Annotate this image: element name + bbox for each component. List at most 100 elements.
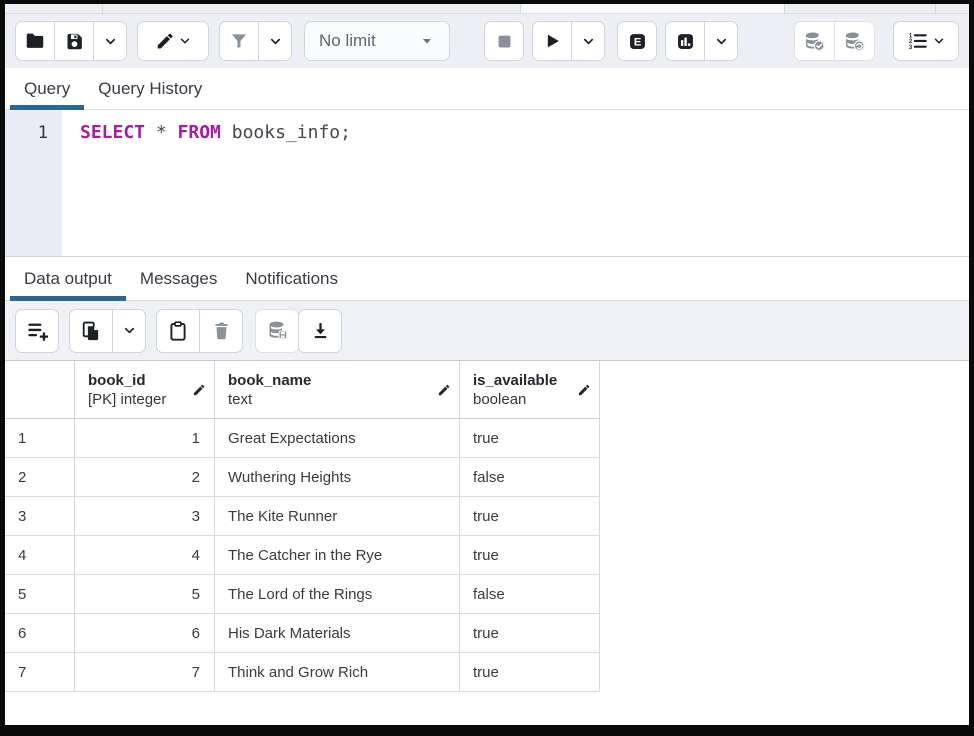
cell-book-id[interactable]: 6 <box>75 614 215 653</box>
macros-button-group: 123 <box>893 21 959 61</box>
table-row: 6 6 His Dark Materials true <box>5 614 600 653</box>
add-row-button[interactable] <box>15 309 59 353</box>
top-sliver <box>5 4 969 14</box>
cell-book-name[interactable]: The Kite Runner <box>215 497 460 536</box>
stop-square-icon <box>495 32 514 51</box>
cell-book-name[interactable]: His Dark Materials <box>215 614 460 653</box>
file-button-group <box>15 21 127 61</box>
table-header-row: book_id [PK] integer book_name <box>5 361 600 419</box>
table-row: 3 3 The Kite Runner true <box>5 497 600 536</box>
column-header-book-name[interactable]: book_name text <box>215 361 460 418</box>
column-type: text <box>228 390 311 409</box>
chevron-down-icon <box>714 34 729 49</box>
tab-messages[interactable]: Messages <box>126 257 231 300</box>
cell-book-id[interactable]: 7 <box>75 653 215 692</box>
sql-editor: 1 SELECT * FROM books_info; <box>5 110 969 256</box>
chevron-down-icon <box>122 323 137 338</box>
copy-pages-icon <box>80 320 102 342</box>
cell-is-available[interactable]: false <box>460 458 600 497</box>
explain-dropdown-button[interactable] <box>704 21 738 61</box>
row-number-cell[interactable]: 5 <box>5 575 75 614</box>
filter-dropdown-button[interactable] <box>258 21 292 61</box>
database-rollback-icon <box>843 30 866 53</box>
cell-is-available[interactable]: true <box>460 419 600 458</box>
tab-data-output[interactable]: Data output <box>10 257 126 300</box>
download-button[interactable] <box>298 309 342 353</box>
cell-is-available[interactable]: true <box>460 536 600 575</box>
cell-is-available[interactable]: true <box>460 653 600 692</box>
cell-is-available[interactable]: true <box>460 614 600 653</box>
output-tabbar: Data output Messages Notifications <box>5 256 969 301</box>
copy-dropdown-button[interactable] <box>112 309 146 353</box>
open-file-button[interactable] <box>15 21 55 61</box>
macros-button[interactable]: 123 <box>893 21 959 61</box>
edit-pencil-icon[interactable] <box>192 383 206 397</box>
sql-code-area[interactable]: SELECT * FROM books_info; <box>62 110 969 256</box>
cell-book-id[interactable]: 3 <box>75 497 215 536</box>
sql-text: * <box>145 122 178 143</box>
edit-menu-button[interactable] <box>137 21 209 61</box>
column-name: book_name <box>228 371 311 390</box>
row-number-cell[interactable]: 1 <box>5 419 75 458</box>
table-row: 1 1 Great Expectations true <box>5 419 600 458</box>
query-toolbar: No limit <box>5 14 969 68</box>
header-corner-cell[interactable] <box>5 361 75 418</box>
copy-button[interactable] <box>69 309 113 353</box>
row-number-cell[interactable]: 2 <box>5 458 75 497</box>
cell-book-name[interactable]: Great Expectations <box>215 419 460 458</box>
floppy-save-icon <box>64 31 85 52</box>
cell-book-name[interactable]: The Catcher in the Rye <box>215 536 460 575</box>
save-dropdown-button[interactable] <box>93 21 127 61</box>
cell-book-name[interactable]: The Lord of the Rings <box>215 575 460 614</box>
cell-book-name[interactable]: Wuthering Heights <box>215 458 460 497</box>
execute-dropdown-button[interactable] <box>571 21 605 61</box>
chevron-down-icon <box>581 34 596 49</box>
table-row: 2 2 Wuthering Heights false <box>5 458 600 497</box>
tab-notifications[interactable]: Notifications <box>231 257 352 300</box>
play-icon <box>542 31 562 51</box>
cell-book-id[interactable]: 1 <box>75 419 215 458</box>
row-number-cell[interactable]: 6 <box>5 614 75 653</box>
editor-gutter: 1 <box>5 110 62 256</box>
save-data-changes-button[interactable] <box>255 309 299 353</box>
cell-book-id[interactable]: 5 <box>75 575 215 614</box>
paste-button[interactable] <box>156 309 200 353</box>
cell-book-id[interactable]: 4 <box>75 536 215 575</box>
explain-button[interactable]: E <box>617 21 657 61</box>
tab-query-label: Query <box>24 79 70 99</box>
execute-button[interactable] <box>532 21 572 61</box>
query-tabbar: Query Query History <box>5 68 969 110</box>
row-limit-select[interactable]: No limit <box>304 21 450 61</box>
download-icon <box>310 320 331 341</box>
trash-icon <box>211 320 232 341</box>
chevron-down-icon <box>932 34 946 48</box>
grid-body: 1 1 Great Expectations true 2 2 Wutherin… <box>5 419 600 692</box>
column-header-is-available[interactable]: is_available boolean <box>460 361 600 418</box>
tab-query[interactable]: Query <box>10 68 84 109</box>
column-name: book_id <box>88 371 166 390</box>
rollback-button[interactable] <box>834 21 875 61</box>
pencil-edit-icon <box>155 31 175 51</box>
row-number-cell[interactable]: 3 <box>5 497 75 536</box>
edit-pencil-icon[interactable] <box>577 383 591 397</box>
cell-book-id[interactable]: 2 <box>75 458 215 497</box>
save-button[interactable] <box>54 21 94 61</box>
divider <box>102 4 103 13</box>
stop-button[interactable] <box>484 21 524 61</box>
tab-query-history-label: Query History <box>98 79 202 99</box>
cell-is-available[interactable]: true <box>460 497 600 536</box>
cell-is-available[interactable]: false <box>460 575 600 614</box>
cell-book-name[interactable]: Think and Grow Rich <box>215 653 460 692</box>
row-number-cell[interactable]: 7 <box>5 653 75 692</box>
row-number-cell[interactable]: 4 <box>5 536 75 575</box>
commit-button[interactable] <box>794 21 835 61</box>
column-header-book-id[interactable]: book_id [PK] integer <box>75 361 215 418</box>
explain-analyze-button[interactable] <box>665 21 705 61</box>
numbered-list-icon: 123 <box>907 30 929 52</box>
edit-pencil-icon[interactable] <box>437 383 451 397</box>
edit-button-group <box>137 21 209 61</box>
delete-button[interactable] <box>199 309 243 353</box>
tab-query-history[interactable]: Query History <box>84 68 216 109</box>
filter-button[interactable] <box>219 21 259 61</box>
explain-analyze-group <box>665 21 738 61</box>
